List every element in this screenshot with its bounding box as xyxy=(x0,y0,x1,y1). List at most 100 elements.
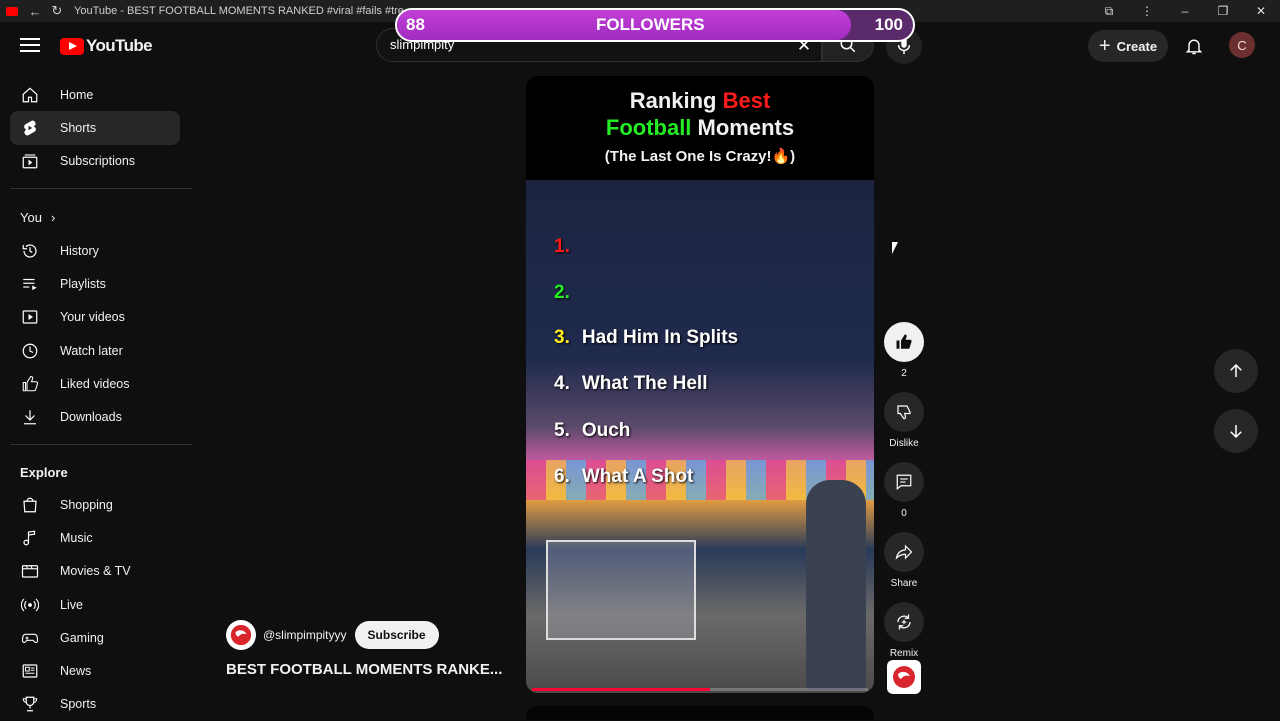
sidebar-you-header[interactable]: You › xyxy=(10,201,180,234)
sidebar-item-your-videos[interactable]: Your videos xyxy=(10,301,180,334)
goal-net xyxy=(546,540,696,640)
rank-number: 3. xyxy=(554,327,570,348)
mouse-cursor xyxy=(892,242,898,254)
sidebar-item-music[interactable]: Music xyxy=(10,521,180,554)
back-icon[interactable]: ← xyxy=(24,0,46,22)
sidebar-item-label: Your videos xyxy=(60,310,125,325)
sidebar-item-label: Movies & TV xyxy=(60,564,131,579)
watch-later-icon xyxy=(20,341,40,361)
followers-current: 88 xyxy=(406,15,425,34)
share-button[interactable] xyxy=(884,532,924,572)
rank-item: 4. What The Hell xyxy=(554,373,707,395)
video-title-overlay: Ranking Best Football Moments (The Last … xyxy=(526,76,874,180)
create-label: Create xyxy=(1116,38,1158,54)
chevron-right-icon: › xyxy=(50,210,56,226)
thumbs-up-icon xyxy=(896,334,912,349)
like-action[interactable]: 2 xyxy=(882,322,926,379)
rank-item: 1. xyxy=(554,236,582,258)
account-avatar[interactable]: C xyxy=(1229,32,1255,58)
person-figure xyxy=(806,480,866,690)
minimize-button[interactable]: – xyxy=(1166,0,1204,22)
create-button[interactable]: + Create xyxy=(1088,30,1168,62)
sidebar-item-label: News xyxy=(60,664,92,679)
rank-item: 2. xyxy=(554,282,582,304)
rank-number: 4. xyxy=(554,373,570,394)
extensions-icon[interactable]: ⧉ xyxy=(1090,0,1128,22)
rank-number: 5. xyxy=(554,420,570,441)
music-icon xyxy=(20,528,40,548)
your-videos-icon xyxy=(20,307,40,327)
sidebar-item-playlists[interactable]: Playlists xyxy=(10,267,180,300)
sidebar-divider xyxy=(10,443,192,445)
sidebar-item-history[interactable]: History xyxy=(10,234,180,267)
share-icon xyxy=(895,544,913,560)
reload-icon[interactable]: ↻ xyxy=(46,0,68,22)
remix-action[interactable]: Remix xyxy=(882,602,926,659)
sidebar-item-subscriptions[interactable]: Subscriptions xyxy=(10,145,180,178)
like-button[interactable] xyxy=(884,322,924,362)
kebab-menu-icon[interactable]: ⋮ xyxy=(1128,0,1166,22)
comments-button[interactable] xyxy=(884,462,924,502)
sidebar-item-downloads[interactable]: Downloads xyxy=(10,401,180,434)
arrow-up-icon xyxy=(1230,363,1242,377)
youtube-logo[interactable]: YouTube xyxy=(60,36,153,56)
subscribe-button[interactable]: Subscribe xyxy=(354,621,439,649)
sidebar-item-label: Shopping xyxy=(60,497,113,512)
dislike-label: Dislike xyxy=(889,438,919,449)
thumbs-down-icon xyxy=(897,405,911,420)
rank-number: 6. xyxy=(554,466,570,487)
logo-text: YouTube xyxy=(86,36,153,55)
sidebar-item-live[interactable]: Live xyxy=(10,588,180,621)
sidebar-item-sports[interactable]: Sports xyxy=(10,688,180,721)
share-action[interactable]: Share xyxy=(882,532,926,589)
rank-item: 6. What A Shot xyxy=(554,466,693,488)
sidebar-item-home[interactable]: Home xyxy=(10,78,180,111)
sidebar-item-watch-later[interactable]: Watch later xyxy=(10,334,180,367)
dislike-action[interactable]: Dislike xyxy=(882,392,926,449)
channel-logo-icon xyxy=(893,666,915,688)
video-progress-bar[interactable] xyxy=(532,688,868,691)
rank-text: Had Him In Splits xyxy=(581,327,739,348)
next-short-button[interactable] xyxy=(1214,409,1258,453)
close-window-button[interactable]: ✕ xyxy=(1242,0,1280,22)
sidebar-item-label: Live xyxy=(60,597,83,612)
sidebar-item-gaming[interactable]: Gaming xyxy=(10,621,180,654)
rank-text: What The Hell xyxy=(581,373,708,394)
gaming-icon xyxy=(20,628,40,648)
rank-item: 5. Ouch xyxy=(554,420,630,442)
video-title-word: Ranking xyxy=(629,88,723,113)
hamburger-menu-icon[interactable] xyxy=(18,34,42,58)
sidebar-item-label: Music xyxy=(60,530,93,545)
sidebar-item-shopping[interactable]: Shopping xyxy=(10,488,180,521)
channel-avatar[interactable] xyxy=(226,620,256,650)
video-title-word: Football xyxy=(605,115,692,140)
remix-button[interactable] xyxy=(884,602,924,642)
remix-icon xyxy=(897,614,911,630)
live-icon xyxy=(20,595,40,615)
sidebar-item-news[interactable]: News xyxy=(10,654,180,687)
explore-heading: Explore xyxy=(20,464,68,480)
next-short-preview xyxy=(526,706,874,720)
channel-handle[interactable]: @slimpimpityyy xyxy=(263,628,347,642)
downloads-icon xyxy=(20,407,40,427)
sidebar-item-liked-videos[interactable]: Liked videos xyxy=(10,367,180,400)
short-video-player[interactable]: Ranking Best Football Moments (The Last … xyxy=(526,76,874,693)
like-count: 2 xyxy=(901,368,907,379)
short-actions: 2 Dislike 0 Share Remix xyxy=(882,322,926,672)
notifications-button[interactable] xyxy=(1180,32,1208,60)
sidebar-divider xyxy=(10,187,192,189)
sidebar-item-label: Gaming xyxy=(60,630,104,645)
video-title-word: Moments xyxy=(691,115,795,140)
arrow-down-icon xyxy=(1230,425,1242,439)
previous-short-button[interactable] xyxy=(1214,349,1258,393)
channel-logo-icon xyxy=(230,624,252,646)
short-title[interactable]: BEST FOOTBALL MOMENTS RANKE... xyxy=(226,661,516,678)
sidebar-item-shorts[interactable]: Shorts xyxy=(10,111,180,145)
sidebar-item-label: History xyxy=(60,243,99,258)
sidebar-item-movies-tv[interactable]: Movies & TV xyxy=(10,555,180,588)
restore-button[interactable]: ❐ xyxy=(1204,0,1242,22)
channel-thumbnail[interactable] xyxy=(887,660,921,694)
liked-videos-icon xyxy=(20,374,40,394)
comments-action[interactable]: 0 xyxy=(882,462,926,519)
dislike-button[interactable] xyxy=(884,392,924,432)
